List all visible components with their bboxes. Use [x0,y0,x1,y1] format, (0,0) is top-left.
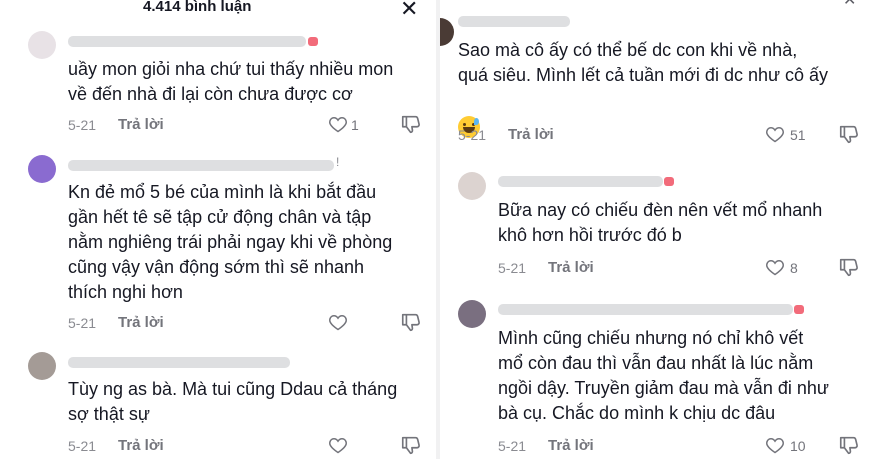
comment-text: Sao mà cô ấy có thể bế dc con khi về nhà… [458,40,829,85]
comment-date: 5-21 [68,117,97,133]
reply-button[interactable]: Trả lời [118,116,164,133]
comment-date: 5-21 [68,438,97,454]
dislike-icon[interactable] [838,256,860,278]
avatar[interactable] [28,155,56,183]
avatar[interactable] [440,18,454,46]
comments-panel-right: ✕ Sao mà cô ấy có thể bế dc con khi về n… [440,0,880,459]
avatar[interactable] [458,172,486,200]
comment-author-blurred[interactable] [498,176,678,187]
dislike-icon[interactable] [838,123,860,145]
dislike-icon[interactable] [400,311,422,333]
heart-icon[interactable] [328,312,348,332]
comment-author-blurred[interactable] [458,16,578,27]
heart-icon[interactable] [328,435,348,455]
comment-count: 4.414 bình luận [143,0,252,15]
comment-date: 5-21 [498,438,527,454]
comment-date: 5-21 [68,315,97,331]
like-count: 1 [351,117,359,133]
heart-icon[interactable] [765,257,785,277]
reply-button[interactable]: Trả lời [118,437,164,454]
heart-icon[interactable] [765,124,785,144]
comment-text: Bữa nay có chiếu đèn nên vết mổ nhanh kh… [498,200,823,245]
avatar[interactable] [28,352,56,380]
meta-suffix: ! [336,155,340,169]
comment-date: 5-21 [498,260,527,276]
comment-author-blurred[interactable] [68,36,318,47]
like-count: 10 [790,438,806,454]
comment-date: 5-21 [458,127,487,143]
comments-panel-left: 4.414 bình luận ✕ uầy mon giỏi nha chứ t… [0,0,436,459]
reply-button[interactable]: Trả lời [508,126,554,143]
dislike-icon[interactable] [838,434,860,456]
close-icon[interactable]: ✕ [843,0,856,10]
dislike-icon[interactable] [400,113,422,135]
reply-button[interactable]: Trả lời [118,314,164,331]
comments-header: 4.414 bình luận ✕ [0,0,436,21]
comment-author-blurred[interactable] [68,357,298,368]
comment-author-blurred[interactable] [498,304,808,315]
reply-button[interactable]: Trả lời [548,259,594,276]
avatar[interactable] [458,300,486,328]
close-icon[interactable]: ✕ [400,0,418,22]
avatar[interactable] [28,31,56,59]
like-count: 51 [790,127,806,143]
heart-icon[interactable] [765,435,785,455]
dislike-icon[interactable] [400,434,422,456]
comment-text: Mình cũng chiếu nhưng nó chỉ khô vết mổ … [498,328,829,423]
comment-text: uầy mon giỏi nha chứ tui thấy nhiều mon … [68,59,394,104]
like-count: 8 [790,260,798,276]
heart-icon[interactable] [328,114,348,134]
comment-author-blurred[interactable]: ! [68,155,348,171]
reply-button[interactable]: Trả lời [548,437,594,454]
comment-text: Tùy ng as bà. Mà tui cũng Ddau cả tháng … [68,379,398,424]
comment-text: Kn đẻ mổ 5 bé của mình là khi bắt đầu gầ… [68,182,393,302]
